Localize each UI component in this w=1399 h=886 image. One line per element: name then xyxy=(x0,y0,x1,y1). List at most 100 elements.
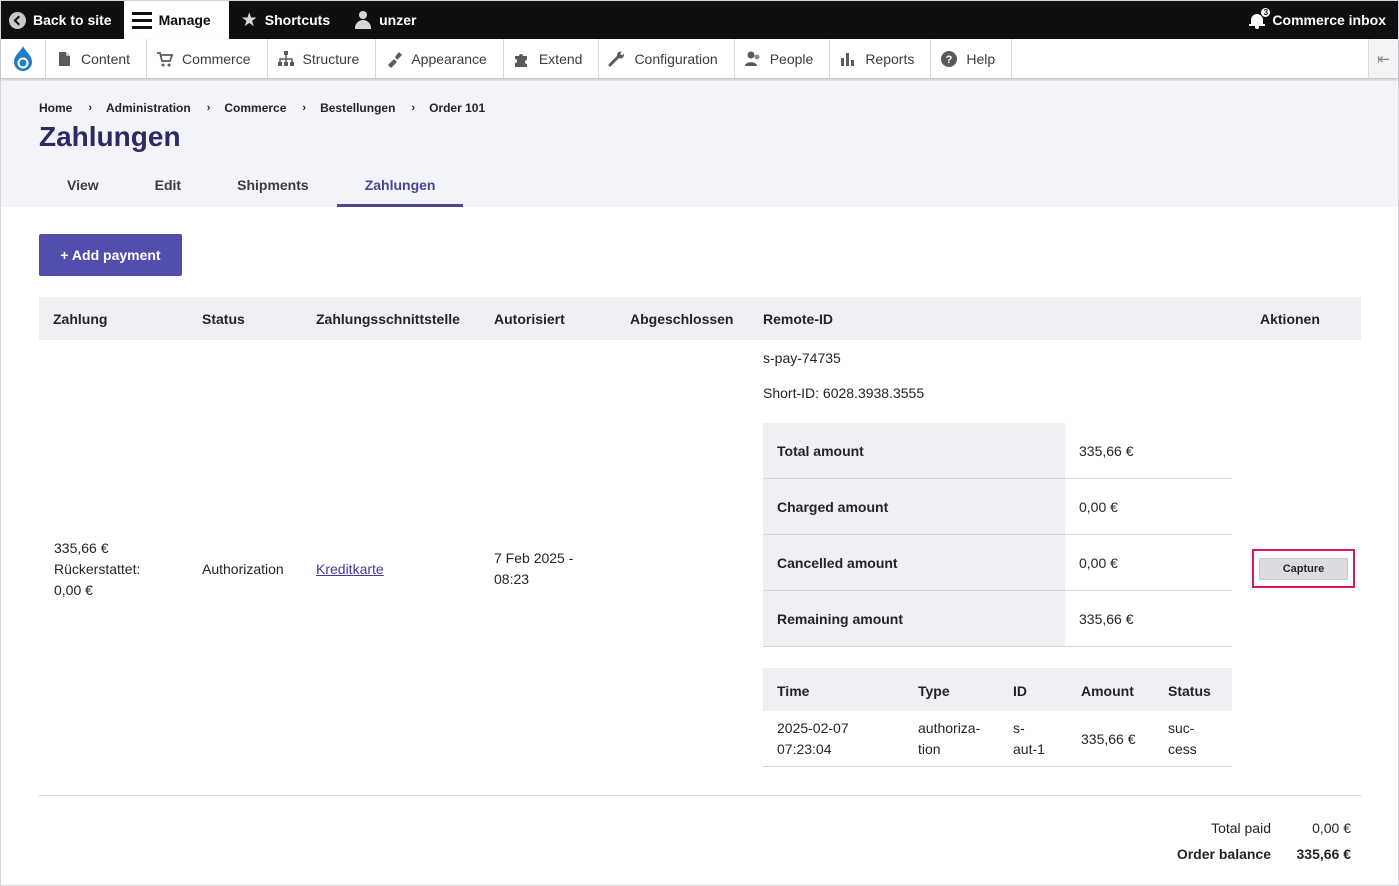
remaining-amount-label: Remaining amount xyxy=(763,591,1065,646)
breadcrumb-orders[interactable]: Bestellungen xyxy=(320,101,395,115)
breadcrumb-home[interactable]: Home xyxy=(39,101,72,115)
menu-people[interactable]: People xyxy=(735,39,831,78)
remaining-amount-value: 335,66 € xyxy=(1079,610,1134,627)
help-icon: ? xyxy=(941,50,958,67)
menu-structure[interactable]: Structure xyxy=(268,39,377,78)
collapse-menu-icon[interactable]: ⇤ xyxy=(1368,39,1398,78)
breadcrumb-administration[interactable]: Administration xyxy=(106,101,191,115)
add-payment-button[interactable]: + Add payment xyxy=(39,234,182,276)
payments-table-header: Zahlung Status Zahlungsschnittstelle Aut… xyxy=(39,297,1361,340)
user-tab[interactable]: unzer xyxy=(342,1,428,39)
admin-menu: Content Commerce Structure Appearance Ex… xyxy=(1,39,1398,79)
tab-shipments[interactable]: Shipments xyxy=(209,170,337,207)
header-remote-id: Remote-ID xyxy=(763,311,834,327)
tx-status-line1: suc- xyxy=(1168,720,1195,736)
transactions-header: Time Type ID Amount Status xyxy=(763,668,1232,711)
menu-configuration[interactable]: Configuration xyxy=(599,39,735,78)
puzzle-icon xyxy=(514,53,527,67)
chevron-right-icon: › xyxy=(411,102,416,114)
amounts-table: Total amount 335,66 € Charged amount 0,0… xyxy=(763,423,1232,647)
brush-icon xyxy=(388,51,403,68)
inbox-count-badge: 3 xyxy=(1260,7,1272,18)
order-balance-label: Order balance xyxy=(1176,846,1271,862)
payment-amount: 335,66 € xyxy=(54,540,109,556)
menu-content[interactable]: Content xyxy=(46,39,148,78)
menu-help[interactable]: ? Help xyxy=(931,39,1013,78)
svg-text:?: ? xyxy=(946,54,953,66)
breadcrumb-commerce[interactable]: Commerce xyxy=(224,101,286,115)
short-id: Short-ID: 6028.3938.3555 xyxy=(763,385,925,401)
header-authorized: Autorisiert xyxy=(494,311,565,327)
charged-amount-label: Charged amount xyxy=(763,479,1065,534)
tx-time-line2: 07:23:04 xyxy=(777,741,832,757)
drupal-drop-icon xyxy=(14,45,32,71)
total-amount-value: 335,66 € xyxy=(1079,442,1134,459)
order-balance-value: 335,66 € xyxy=(1296,846,1352,862)
refunded-label: Rückerstattet: xyxy=(54,561,141,577)
table-row: 2025-02-07 07:23:04 authoriza- tion s- a… xyxy=(763,711,1232,767)
table-row: Charged amount 0,00 € xyxy=(763,479,1232,535)
tab-view[interactable]: View xyxy=(39,170,127,207)
table-row: Cancelled amount 0,00 € xyxy=(763,535,1232,591)
tx-id: s- aut-1 xyxy=(1013,718,1045,760)
wrench-icon xyxy=(608,51,625,66)
tx-amount: 335,66 € xyxy=(1081,731,1136,747)
remote-id: s-pay-74735 xyxy=(763,350,841,366)
menu-commerce-label: Commerce xyxy=(182,50,251,67)
breadcrumb-order[interactable]: Order 101 xyxy=(429,101,485,115)
drupal-logo[interactable] xyxy=(1,39,46,78)
cart-icon xyxy=(157,51,174,66)
tx-status-line2: cess xyxy=(1168,741,1197,757)
menu-appearance[interactable]: Appearance xyxy=(376,39,504,78)
header-status: Status xyxy=(202,311,245,327)
toolbar: Back to site Manage ★ Shortcuts unzer 3 … xyxy=(1,1,1398,39)
table-row: Total amount 335,66 € xyxy=(763,423,1232,479)
tab-payments[interactable]: Zahlungen xyxy=(336,170,464,207)
total-amount-label: Total amount xyxy=(763,423,1065,478)
tx-header-amount: Amount xyxy=(1081,683,1134,699)
tx-type: authoriza- tion xyxy=(918,718,980,760)
header-actions: Aktionen xyxy=(1260,311,1320,327)
gateway-link[interactable]: Kreditkarte xyxy=(316,559,384,580)
chevron-right-icon: › xyxy=(302,102,307,114)
tx-header-status: Status xyxy=(1168,683,1211,699)
charged-amount-value: 0,00 € xyxy=(1079,498,1118,515)
shortcuts-tab[interactable]: ★ Shortcuts xyxy=(229,1,342,39)
divider xyxy=(39,795,1361,796)
user-icon xyxy=(354,10,372,30)
tx-type-line2: tion xyxy=(918,741,941,757)
tx-id-line1: s- xyxy=(1013,720,1025,736)
hamburger-icon xyxy=(131,11,152,29)
tx-header-type: Type xyxy=(918,683,950,699)
manage-tab[interactable]: Manage xyxy=(123,1,229,39)
menu-configuration-label: Configuration xyxy=(634,50,718,67)
commerce-inbox-link[interactable]: 3 Commerce inbox xyxy=(1237,1,1398,39)
header-payment: Zahlung xyxy=(53,311,108,327)
menu-commerce[interactable]: Commerce xyxy=(147,39,268,78)
cancelled-amount-label: Cancelled amount xyxy=(763,535,1065,590)
menu-extend-label: Extend xyxy=(538,50,583,67)
tx-id-line2: aut-1 xyxy=(1013,741,1045,757)
menu-reports[interactable]: Reports xyxy=(830,39,932,78)
capture-button[interactable]: Capture xyxy=(1259,558,1348,580)
tab-edit[interactable]: Edit xyxy=(127,170,209,207)
back-to-site-label: Back to site xyxy=(33,12,112,28)
menu-extend[interactable]: Extend xyxy=(504,39,600,78)
commerce-inbox-label: Commerce inbox xyxy=(1272,12,1386,28)
page-header: Home › Administration › Commerce › Beste… xyxy=(1,81,1398,207)
tx-time-line1: 2025-02-07 xyxy=(777,720,849,736)
local-tabs: View Edit Shipments Zahlungen xyxy=(39,170,464,207)
menu-appearance-label: Appearance xyxy=(411,50,487,67)
reports-icon xyxy=(841,52,855,66)
cancelled-amount-value: 0,00 € xyxy=(1079,554,1118,571)
tx-status: suc- cess xyxy=(1168,718,1197,760)
user-label: unzer xyxy=(379,12,417,28)
tx-header-time: Time xyxy=(777,683,810,699)
content-icon xyxy=(59,51,70,66)
total-paid-label: Total paid xyxy=(1211,820,1271,836)
back-arrow-icon xyxy=(9,11,26,29)
breadcrumb: Home › Administration › Commerce › Beste… xyxy=(39,101,485,115)
manage-label: Manage xyxy=(158,12,211,28)
star-icon: ★ xyxy=(240,9,258,31)
back-to-site-link[interactable]: Back to site xyxy=(1,1,124,39)
